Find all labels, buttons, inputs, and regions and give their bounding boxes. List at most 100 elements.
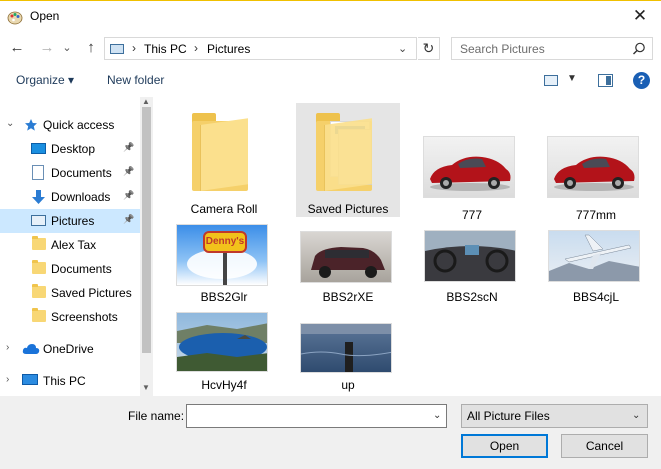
sidebar-item-desktop[interactable]: Desktop 📌 — [0, 137, 140, 161]
window-title: Open — [30, 9, 60, 23]
breadcrumb-separator: › — [194, 41, 198, 55]
pin-icon[interactable]: 📌 — [123, 214, 134, 225]
close-icon: ✕ — [632, 6, 648, 25]
chevron-right-icon[interactable]: › — [6, 374, 9, 385]
airplane-thumbnail — [548, 230, 640, 282]
sidebar-item-label: Screenshots — [51, 310, 118, 324]
address-bar[interactable]: › This PC › Pictures ⌄ — [104, 37, 417, 60]
dennys-sign-text: Denny's — [203, 231, 247, 253]
sidebar-item-saved-pictures[interactable]: Saved Pictures — [0, 281, 140, 305]
title-bar: Open ✕ — [0, 0, 661, 31]
pictures-location-icon — [110, 44, 124, 54]
file-name: BBS2rXE — [322, 290, 374, 304]
sidebar-item-documents[interactable]: Documents 📌 — [0, 161, 140, 185]
view-dropdown-icon[interactable]: ▼ — [567, 73, 577, 84]
refresh-button[interactable]: ↻ — [418, 37, 440, 60]
file-name: Camera Roll — [190, 202, 258, 216]
scrollbar-thumb[interactable] — [142, 107, 151, 353]
forward-button[interactable]: → — [36, 37, 58, 59]
navigation-pane: ⌄ Quick access Desktop 📌 Documents 📌 Dow… — [0, 97, 153, 396]
view-options-icon[interactable] — [544, 75, 558, 86]
sidebar-item-label: Desktop — [51, 142, 96, 156]
help-icon[interactable]: ? — [633, 72, 650, 89]
breadcrumb-pictures[interactable]: Pictures — [207, 42, 250, 56]
chevron-down-icon: ⌄ — [632, 410, 641, 421]
folder-icon — [32, 284, 46, 298]
navigation-bar: ← → ⌄ ↑ › This PC › Pictures ⌄ ↻ Search … — [0, 31, 661, 65]
file-name: up — [341, 378, 355, 392]
pin-icon[interactable]: 📌 — [123, 190, 134, 201]
new-folder-button[interactable]: New folder — [107, 73, 164, 87]
sidebar-item-downloads[interactable]: Downloads 📌 — [0, 185, 140, 209]
chevron-down-icon[interactable]: ⌄ — [398, 42, 407, 55]
file-tile-camera-roll[interactable]: Camera Roll — [172, 103, 276, 217]
sidebar-item-this-pc[interactable]: › This PC — [0, 369, 140, 393]
refresh-icon: ↻ — [422, 40, 435, 56]
folder-icon — [32, 308, 46, 322]
sidebar-item-label: Alex Tax — [51, 238, 97, 252]
up-button[interactable]: ↑ — [80, 37, 102, 59]
folder-with-pictures-icon — [316, 111, 376, 195]
search-box[interactable]: Search Pictures — [451, 37, 653, 60]
download-icon — [32, 190, 45, 204]
file-name: BBS4cjL — [572, 290, 620, 304]
sidebar-item-label: Documents — [51, 262, 112, 276]
sidebar-item-quick-access[interactable]: ⌄ Quick access — [0, 113, 140, 137]
folder-icon — [32, 236, 46, 250]
cancel-button[interactable]: Cancel — [561, 434, 648, 458]
documents-icon — [32, 165, 44, 180]
sidebar-item-onedrive[interactable]: › OneDrive — [0, 337, 140, 361]
preview-pane-icon[interactable] — [598, 74, 613, 87]
chevron-down-icon[interactable]: ⌄ — [433, 410, 441, 421]
file-list: Camera Roll Saved Pictures 777 777mm Den… — [153, 97, 661, 396]
lake-thumbnail — [176, 312, 268, 372]
sidebar-item-documents-folder[interactable]: Documents — [0, 257, 140, 281]
file-name: BBS2scN — [446, 290, 498, 304]
file-name: HcvHy4f — [201, 378, 247, 392]
sidebar-scrollbar[interactable]: ▲ ▼ — [140, 97, 153, 396]
folder-icon — [192, 111, 252, 195]
car-interior-thumbnail — [424, 230, 516, 282]
chevron-right-icon[interactable]: › — [6, 342, 9, 353]
file-name-input[interactable]: ⌄ — [186, 404, 447, 428]
file-tile-777[interactable]: 777 — [420, 103, 524, 222]
sidebar-item-label: Quick access — [43, 118, 115, 132]
file-tile-777mm[interactable]: 777mm — [544, 103, 648, 222]
sidebar-item-label: Saved Pictures — [51, 286, 132, 300]
sidebar-item-pictures[interactable]: Pictures 📌 — [0, 209, 140, 233]
scroll-up-icon[interactable]: ▲ — [142, 97, 150, 106]
file-tile-hcvhy4f[interactable]: HcvHy4f — [172, 309, 276, 395]
file-tile-bbs4cjl[interactable]: BBS4cjL — [544, 221, 648, 307]
close-button[interactable]: ✕ — [625, 4, 655, 28]
sidebar-item-screenshots[interactable]: Screenshots — [0, 305, 140, 329]
file-tile-bbs2rxe[interactable]: BBS2rXE — [296, 221, 400, 307]
breadcrumb-this-pc[interactable]: This PC — [144, 42, 187, 56]
dialog-footer: File name: ⌄ All Picture Files ⌄ Open Ca… — [0, 396, 661, 469]
file-tile-bbs2scn[interactable]: BBS2scN — [420, 221, 524, 307]
organize-menu[interactable]: Organize ▾ — [16, 73, 74, 87]
forward-arrow-icon: → — [39, 39, 55, 56]
computer-icon — [22, 374, 38, 385]
scroll-down-icon[interactable]: ▼ — [142, 383, 150, 392]
search-icon — [633, 42, 645, 55]
file-tile-bbs2glr[interactable]: Denny's BBS2Glr — [172, 221, 276, 307]
file-tile-saved-pictures[interactable]: Saved Pictures — [296, 103, 400, 217]
search-input[interactable]: Search Pictures — [460, 42, 545, 56]
file-tile-up[interactable]: up — [296, 309, 400, 395]
breadcrumb-separator: › — [132, 41, 136, 55]
back-arrow-icon: ← — [9, 39, 25, 56]
red-car-thumbnail — [547, 136, 639, 198]
recent-locations-button[interactable]: ⌄ — [60, 37, 74, 59]
sidebar-item-alex-tax[interactable]: Alex Tax — [0, 233, 140, 257]
file-type-select[interactable]: All Picture Files ⌄ — [461, 404, 648, 428]
chevron-down-icon[interactable]: ⌄ — [6, 118, 14, 129]
sidebar-item-label: Documents — [51, 166, 112, 180]
pin-icon[interactable]: 📌 — [123, 142, 134, 153]
back-button[interactable]: ← — [6, 37, 28, 59]
chevron-down-icon: ⌄ — [62, 42, 72, 54]
sidebar-item-label: OneDrive — [43, 342, 94, 356]
pin-icon[interactable]: 📌 — [123, 166, 134, 177]
open-button[interactable]: Open — [461, 434, 548, 458]
sidebar-item-label: Pictures — [51, 214, 95, 228]
file-name-label: File name: — [128, 409, 185, 423]
